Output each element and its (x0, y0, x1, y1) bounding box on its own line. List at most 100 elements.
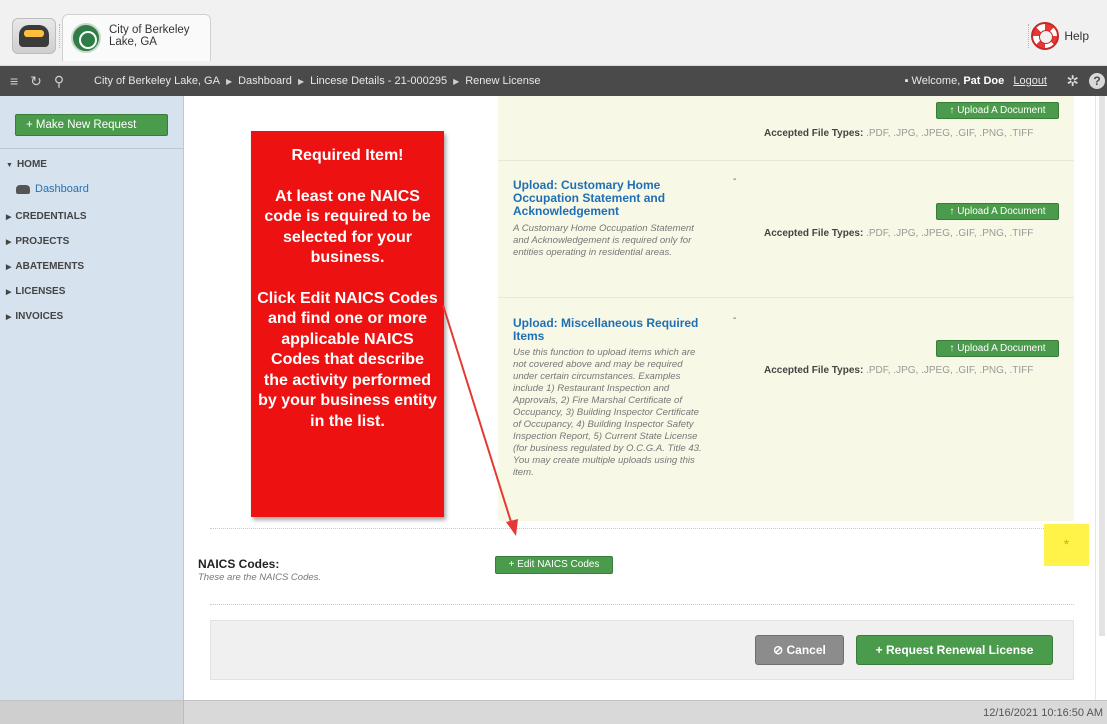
breadcrumb-arrow-icon: ▶ (297, 76, 305, 86)
upload-item-description: Use this function to upload items which … (513, 347, 702, 478)
menu-icon[interactable]: ≡ (10, 73, 18, 89)
breadcrumb-item: Renew License (465, 75, 541, 87)
city-tab[interactable]: City of Berkeley Lake, GA (62, 14, 211, 61)
upload-button-label: Upload A Document (957, 343, 1046, 354)
request-renewal-license-button[interactable]: + Request Renewal License (856, 635, 1053, 665)
refresh-icon[interactable]: ↻ (30, 73, 42, 90)
breadcrumb-item[interactable]: Lincese Details - 21-000295 (310, 75, 447, 87)
sidebar-item-home[interactable]: ▼ HOME (6, 158, 89, 183)
scrollbar-thumb[interactable] (1099, 96, 1105, 636)
breadcrumb-arrow-icon: ▶ (225, 76, 233, 86)
upload-document-button[interactable]: ↑ Upload A Document (936, 340, 1059, 357)
required-indicator: * (1044, 524, 1089, 566)
help-label: Help (1064, 29, 1089, 43)
dashboard-icon (16, 185, 30, 194)
required-item-callout: Required Item! At least one NAICS code i… (251, 131, 444, 517)
expanded-caret-icon: ▼ (6, 162, 13, 169)
callout-text: At least one NAICS code is required to b… (264, 187, 431, 267)
sidebar-item-credentials[interactable]: ▶ CREDENTIALS (6, 210, 89, 235)
edit-naics-codes-button[interactable]: + Edit NAICS Codes (495, 556, 613, 574)
section-divider (210, 528, 1074, 529)
cancel-label: Cancel (786, 643, 826, 657)
callout-spacer (257, 167, 438, 187)
sidebar-menu: ▼ HOME Dashboard ▶ CREDENTIALS ▶ PROJECTS ▶… (6, 158, 89, 335)
breadcrumb-item[interactable]: Dashboard (238, 75, 292, 87)
user-name: Pat Doe (963, 75, 1005, 87)
naics-codes-label: NAICS Codes: (198, 557, 280, 571)
lifebuoy-icon (1031, 22, 1060, 50)
cancel-icon: ⊘ (773, 643, 784, 657)
help-divider (1028, 24, 1029, 48)
sidebar-item-label: CREDENTIALS (15, 211, 87, 222)
upload-document-button[interactable]: ↑ Upload A Document (936, 102, 1059, 119)
sidebar-item-label: INVOICES (15, 311, 64, 322)
accepted-label: Accepted File Types: (764, 128, 864, 139)
user-icon: ▪ (904, 75, 909, 87)
collapsed-caret-icon: ▶ (6, 264, 12, 271)
callout-text: Click Edit NAICS Codes and find one or m… (257, 289, 438, 430)
top-header: City of Berkeley Lake, GA Help (0, 0, 1107, 66)
nav-icons: ≡ ↻ ⚲ (0, 73, 94, 90)
accepted-label: Accepted File Types: (764, 228, 864, 239)
accepted-file-types: Accepted File Types: .PDF, .JPG, .JPEG, … (764, 228, 1033, 239)
file-types: .PDF, .JPG, .JPEG, .GIF, .PNG, .TIFF (866, 128, 1034, 139)
breadcrumb: City of Berkeley Lake, GA ▶ Dashboard ▶ … (94, 75, 540, 87)
footer-timestamp: 12/16/2021 10:16:50 AM (983, 707, 1103, 719)
upload-status: - (733, 174, 737, 185)
footer-left-panel (0, 701, 184, 724)
row-divider (498, 297, 1074, 298)
sidebar-divider (0, 148, 184, 149)
breadcrumb-bar: ≡ ↻ ⚲ City of Berkeley Lake, GA ▶ Dashbo… (0, 66, 1107, 96)
breadcrumb-arrow-icon: ▶ (453, 76, 460, 86)
sidebar-item-label: Dashboard (35, 183, 89, 195)
upload-button-label: Upload A Document (957, 206, 1046, 217)
sidebar-item-label: ABATEMENTS (15, 261, 85, 272)
sidebar-item-projects[interactable]: ▶ PROJECTS (6, 235, 89, 260)
sidebar-item-label: PROJECTS (15, 236, 70, 247)
naics-codes-description: These are the NAICS Codes. (198, 572, 322, 583)
file-types: .PDF, .JPG, .JPEG, .GIF, .PNG, .TIFF (866, 365, 1034, 376)
callout-title: Required Item! (291, 147, 404, 164)
make-new-request-button[interactable]: + Make New Request (15, 114, 168, 136)
sidebar-item-abatements[interactable]: ▶ ABATEMENTS (6, 260, 89, 285)
sidebar-item-label: LICENSES (15, 286, 66, 297)
welcome-text: ▪ Welcome, Pat Doe Logout (905, 75, 1047, 87)
welcome-prefix: Welcome, (911, 75, 961, 87)
row-divider (498, 160, 1074, 161)
city-name: City of Berkeley Lake, GA (109, 24, 190, 48)
sidebar-item-dashboard[interactable]: Dashboard (6, 183, 89, 210)
section-divider (210, 604, 1074, 605)
sidebar-item-label: HOME (16, 159, 47, 170)
status-footer: 12/16/2021 10:16:50 AM (0, 700, 1107, 724)
collapsed-caret-icon: ▶ (6, 314, 12, 321)
collapsed-caret-icon: ▶ (6, 214, 12, 221)
upload-status: - (733, 313, 737, 324)
collapsed-caret-icon: ▶ (6, 289, 12, 296)
accepted-file-types: Accepted File Types: .PDF, .JPG, .JPEG, … (764, 128, 1033, 139)
accepted-file-types: Accepted File Types: .PDF, .JPG, .JPEG, … (764, 365, 1033, 376)
sidebar-item-licenses[interactable]: ▶ LICENSES (6, 285, 89, 310)
callout-spacer (257, 269, 438, 289)
plus-icon: + (875, 643, 883, 657)
logout-link[interactable]: Logout (1013, 75, 1047, 87)
upload-item-description: A Customary Home Occupation Statement an… (513, 223, 694, 258)
upload-item-title[interactable]: Upload: Customary Home Occupation Statem… (513, 179, 713, 218)
gear-icon[interactable]: ✲ (1066, 72, 1079, 90)
upload-document-button[interactable]: ↑ Upload A Document (936, 203, 1059, 220)
renew-label: Request Renewal License (885, 643, 1034, 657)
help-button[interactable]: Help (1031, 22, 1089, 50)
file-types: .PDF, .JPG, .JPEG, .GIF, .PNG, .TIFF (866, 228, 1034, 239)
upload-item-title[interactable]: Upload: Miscellaneous Required Items (513, 317, 713, 343)
upload-button-label: Upload A Document (957, 105, 1046, 116)
accepted-label: Accepted File Types: (764, 365, 864, 376)
collapsed-caret-icon: ▶ (6, 239, 12, 246)
cancel-button[interactable]: ⊘ Cancel (755, 635, 844, 665)
sidebar-item-invoices[interactable]: ▶ INVOICES (6, 310, 89, 335)
sidebar: + Make New Request ▼ HOME Dashboard ▶ CRED… (0, 96, 184, 700)
callout-arrow-icon (442, 304, 518, 536)
city-seal-icon (71, 23, 101, 53)
link-icon[interactable]: ⚲ (54, 73, 64, 90)
app-logo-icon[interactable] (12, 18, 56, 54)
help-question-icon[interactable]: ? (1089, 73, 1105, 89)
breadcrumb-item[interactable]: City of Berkeley Lake, GA (94, 75, 220, 87)
